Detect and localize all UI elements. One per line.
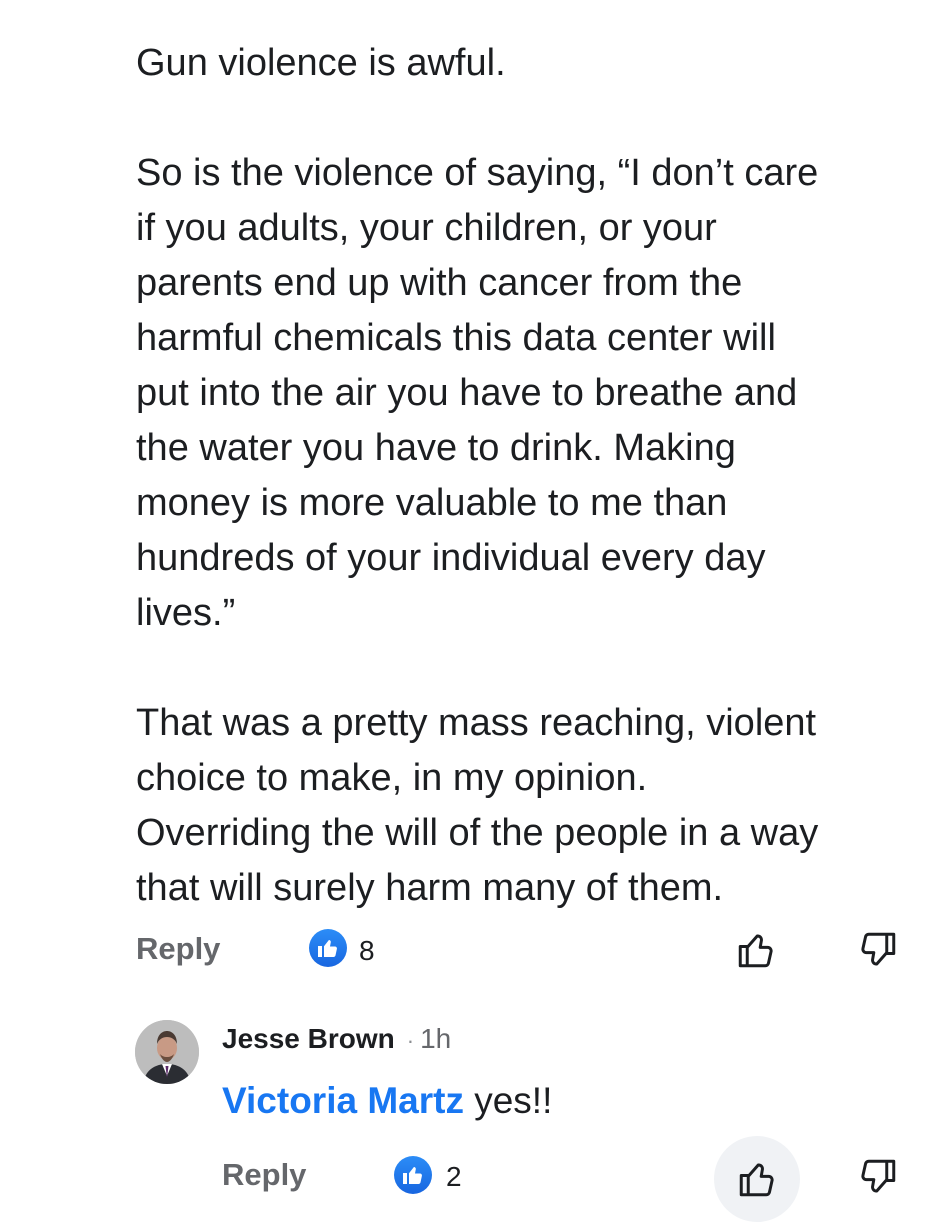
author-name[interactable]: Jesse Brown xyxy=(222,1023,395,1054)
comment-line: the water you have to drink. Making xyxy=(136,427,736,469)
mention-link[interactable]: Victoria Martz xyxy=(222,1080,464,1121)
like-button[interactable] xyxy=(728,922,784,978)
comment-line: That was a pretty mass reaching, violent xyxy=(136,702,817,744)
dislike-button[interactable] xyxy=(850,922,906,978)
like-reaction-icon[interactable] xyxy=(309,929,347,967)
comment-line: harmful chemicals this data center will xyxy=(136,317,776,359)
thumbs-down-icon xyxy=(861,932,896,966)
comment-line: money is more valuable to me than xyxy=(136,482,728,524)
comment-line: So is the violence of saying, “I don’t c… xyxy=(136,152,819,194)
comment-line: that will surely harm many of them. xyxy=(136,867,724,909)
comment-line: hundreds of your individual every day xyxy=(136,537,766,579)
meta-separator: · xyxy=(406,1028,415,1053)
dislike-button[interactable] xyxy=(850,1149,906,1205)
reply-message: yes!! xyxy=(463,1080,553,1121)
comment-line: lives.” xyxy=(136,592,236,634)
like-count: 2 xyxy=(446,1161,462,1192)
reply-meta: Jesse Brown · 1h xyxy=(222,1023,451,1055)
like-count: 8 xyxy=(359,935,375,966)
timestamp[interactable]: 1h xyxy=(420,1023,451,1054)
thumbs-up-icon xyxy=(318,940,337,957)
reply-body: Victoria Martz yes!! xyxy=(222,1080,552,1122)
comment-action-row: Reply 8 xyxy=(0,920,940,980)
reply-button[interactable]: Reply xyxy=(222,1157,306,1193)
thumbs-up-icon xyxy=(738,934,773,968)
comment-line: if you adults, your children, or your xyxy=(136,207,717,249)
thumbs-up-icon xyxy=(403,1167,422,1184)
comment-line: put into the air you have to breathe and xyxy=(136,372,798,414)
like-button[interactable] xyxy=(714,1136,800,1222)
avatar[interactable] xyxy=(135,1020,199,1084)
thumbs-up-icon xyxy=(739,1163,774,1197)
profile-photo xyxy=(135,1020,199,1084)
thumbs-down-icon xyxy=(861,1159,896,1193)
reply-button[interactable]: Reply xyxy=(136,931,220,967)
comment-body: Gun violence is awful. So is the violenc… xyxy=(136,36,926,916)
reply-action-row: Reply 2 xyxy=(0,1136,940,1222)
like-reaction-icon[interactable] xyxy=(394,1156,432,1194)
comment-line: parents end up with cancer from the xyxy=(136,262,743,304)
comment-line: Overriding the will of the people in a w… xyxy=(136,812,819,854)
comment-line: Gun violence is awful. xyxy=(136,42,506,84)
comment-line: choice to make, in my opinion. xyxy=(136,757,648,799)
